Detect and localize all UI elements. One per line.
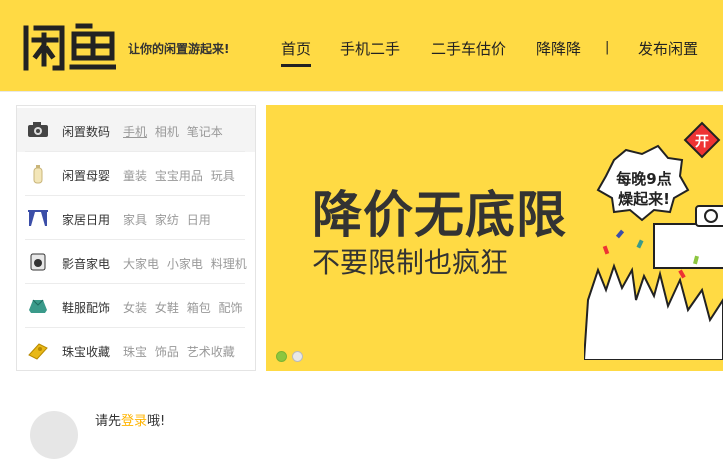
- category-name: 闲置母婴: [62, 169, 111, 183]
- avatar[interactable]: [30, 411, 78, 459]
- category-name: 闲置数码: [62, 125, 111, 139]
- nav-price-drop[interactable]: 降降降: [536, 38, 581, 59]
- header: 让你的闲置游起来! 首页 手机二手 二手车估价 降降降 | 发布闲置: [0, 0, 723, 92]
- category-subs: 珠宝 饰品 艺术收藏: [123, 343, 239, 360]
- category-subs: 女装 女鞋 箱包 配饰: [123, 299, 247, 316]
- category-panel: 闲置数码 手机 相机 笔记本 闲置母婴 童装 宝宝用品 玩具 家居日用 家具 家…: [16, 105, 256, 371]
- category-name: 鞋服配饰: [62, 301, 111, 315]
- bubble-line-1: 每晚9点: [616, 170, 671, 188]
- login-prefix: 请先: [95, 414, 122, 429]
- appliance-icon: [27, 252, 49, 272]
- banner-subtitle: 不要限制也疯狂: [312, 246, 509, 279]
- login-prompt: 请先登录哦!: [95, 410, 165, 429]
- category-apparel[interactable]: 鞋服配饰 女装 女鞋 箱包 配饰: [17, 284, 255, 328]
- sub-link[interactable]: 大家电: [123, 257, 159, 271]
- nav-publish[interactable]: 发布闲置: [638, 38, 698, 59]
- nav-used-phones[interactable]: 手机二手: [340, 38, 400, 59]
- sub-link[interactable]: 珠宝: [123, 345, 147, 359]
- category-appliances[interactable]: 影音家电 大家电 小家电 料理机: [17, 240, 255, 284]
- sub-link[interactable]: 艺术收藏: [187, 345, 235, 359]
- sub-link[interactable]: 箱包: [187, 301, 211, 315]
- nav-car-valuation[interactable]: 二手车估价: [431, 38, 506, 59]
- treasure-icon: [27, 340, 49, 360]
- xianyu-logo[interactable]: [22, 22, 117, 72]
- open-badge-icon: 开: [683, 121, 721, 159]
- category-subs: 家具 家纺 日用: [123, 211, 215, 228]
- sub-link-camera[interactable]: 相机: [155, 125, 179, 139]
- category-jewelry[interactable]: 珠宝收藏 珠宝 饰品 艺术收藏: [17, 328, 255, 372]
- category-name: 珠宝收藏: [62, 345, 111, 359]
- logo-mark: [23, 23, 117, 71]
- baby-bottle-icon: [27, 164, 49, 184]
- sub-link[interactable]: 家纺: [155, 213, 179, 227]
- badge-text: 开: [695, 134, 709, 150]
- sub-link[interactable]: 女鞋: [155, 301, 179, 315]
- login-suffix: 哦!: [147, 414, 166, 429]
- category-subs: 大家电 小家电 料理机: [123, 255, 251, 272]
- category-digital[interactable]: 闲置数码 手机 相机 笔记本: [17, 108, 255, 152]
- category-baby[interactable]: 闲置母婴 童装 宝宝用品 玩具: [17, 152, 255, 196]
- sub-link[interactable]: 日用: [187, 213, 211, 227]
- carousel-dot-1[interactable]: [276, 351, 287, 362]
- sub-link[interactable]: 料理机: [211, 257, 247, 271]
- sub-link[interactable]: 童装: [123, 169, 147, 183]
- sub-link[interactable]: 饰品: [155, 345, 179, 359]
- camera-icon: [695, 205, 723, 227]
- category-name: 家居日用: [62, 213, 111, 227]
- sub-link[interactable]: 女装: [123, 301, 147, 315]
- category-subs: 手机 相机 笔记本: [123, 123, 227, 140]
- sub-link[interactable]: 宝宝用品: [155, 169, 203, 183]
- sub-link-phone[interactable]: 手机: [123, 125, 147, 139]
- nav-separator: |: [605, 40, 610, 55]
- slogan: 让你的闲置游起来!: [128, 42, 230, 56]
- promo-banner[interactable]: 降价无底限 不要限制也疯狂 开 每晚9点 燥起来!: [266, 105, 723, 371]
- sub-link[interactable]: 小家电: [167, 257, 203, 271]
- login-link[interactable]: 登录: [121, 414, 147, 429]
- category-name: 影音家电: [62, 257, 111, 271]
- banner-illustration: 开 每晚9点 燥起来!: [584, 121, 723, 360]
- user-area: 请先登录哦!: [0, 385, 723, 459]
- banner-title: 降价无底限: [312, 186, 567, 244]
- category-home[interactable]: 家居日用 家具 家纺 日用: [17, 196, 255, 240]
- sub-link[interactable]: 配饰: [219, 301, 243, 315]
- nav-home[interactable]: 首页: [281, 38, 312, 67]
- bubble-line-2: 燥起来!: [618, 190, 670, 208]
- sub-link[interactable]: 家具: [123, 213, 147, 227]
- curtain-icon: [27, 208, 49, 228]
- sub-link-laptop[interactable]: 笔记本: [187, 125, 223, 139]
- clothes-icon: [27, 296, 49, 316]
- camera-icon: [27, 120, 49, 140]
- sub-link[interactable]: 玩具: [211, 169, 235, 183]
- carousel-dot-2[interactable]: [292, 351, 303, 362]
- category-subs: 童装 宝宝用品 玩具: [123, 167, 239, 184]
